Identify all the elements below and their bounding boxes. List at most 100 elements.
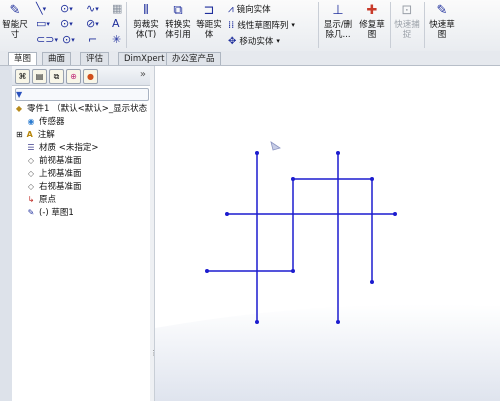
tree-item-label: 上视基准面 <box>39 169 82 179</box>
tab-evaluate[interactable]: 评估 <box>80 52 110 65</box>
display-manager-tab-icon[interactable]: ● <box>83 69 98 84</box>
trim-entities-button[interactable]: ⫴ 剪裁实 体(T) <box>130 2 162 40</box>
centerline-icon: ⌐ <box>88 33 98 46</box>
tree-item-sensors[interactable]: ◉ 传感器 <box>26 116 164 128</box>
offset-entities-button[interactable]: ⊐ 等距实 体 <box>195 2 223 40</box>
point-icon: ✳ <box>112 33 122 46</box>
slot-button[interactable]: ⊂⊃ ▾ <box>36 33 58 46</box>
sketch-endpoint[interactable] <box>370 280 374 284</box>
polygon-button[interactable]: ⊙ ▾ <box>62 33 75 46</box>
offset-sublabel: 体 <box>204 30 214 40</box>
tree-item-label: (-) 草图1 <box>39 208 74 218</box>
sketch-endpoint[interactable] <box>291 269 295 273</box>
trim-icon: ⫴ <box>143 3 149 18</box>
splitter-grip-icon: ⋮ <box>150 349 157 357</box>
point-button[interactable]: ✳ <box>112 33 121 46</box>
repair-sketch-icon: ✚ <box>366 3 378 18</box>
rectangle-tool-button[interactable]: ▭ ▾ <box>36 17 50 30</box>
quick-snap-label: 快速捕 <box>394 20 420 30</box>
text-tool-button[interactable]: A <box>112 17 120 30</box>
panel-toolbar: ⌘ ▤ ⧉ ⊕ ● » <box>12 66 150 86</box>
tab-surfaces[interactable]: 曲面 <box>42 52 72 65</box>
sketch-endpoint[interactable] <box>225 212 229 216</box>
tab-dimxpert[interactable]: DimXpert <box>118 52 171 65</box>
circle-tool-button[interactable]: ⊙ ▾ <box>60 2 73 15</box>
feature-manager-tab-icon[interactable]: ⌘ <box>15 69 30 84</box>
tree-item-label: 注解 <box>37 130 55 140</box>
sketch-canvas[interactable] <box>155 66 500 401</box>
tree-item-label: 材质 <未指定> <box>39 143 99 153</box>
centerline-button[interactable]: ⌐ <box>88 33 97 46</box>
arc-tool-button[interactable]: ∿ ▾ <box>86 2 99 15</box>
property-manager-tab-icon[interactable]: ▤ <box>32 69 47 84</box>
linear-pattern-label: 线性草图阵列 <box>237 21 289 31</box>
chevron-down-icon: ▾ <box>54 35 58 44</box>
convert-entities-button[interactable]: ⧉ 转换实 体引用 <box>163 2 193 40</box>
sketch-endpoint[interactable] <box>205 269 209 273</box>
rapid-sketch-button[interactable]: ✎ 快速草 图 <box>427 2 457 40</box>
quick-snaps-button[interactable]: ⊡ 快速捕 捉 <box>392 2 422 40</box>
tree-item-front-plane[interactable]: ◇ 前视基准面 <box>26 155 164 167</box>
separator <box>126 2 127 48</box>
separator <box>390 2 391 48</box>
tree-item-label: 原点 <box>39 195 57 205</box>
command-manager-tabs: 草图 曲面 评估 DimXpert 办公室产品 <box>0 51 500 66</box>
chevron-down-icon: ▾ <box>95 19 99 28</box>
sketch-endpoint[interactable] <box>255 320 259 324</box>
filter-box[interactable]: ▼ <box>15 88 149 101</box>
convert-sublabel: 体引用 <box>165 30 191 40</box>
rapid-sketch-label: 快速草 <box>429 20 455 30</box>
separator <box>424 2 425 48</box>
sketch-endpoint[interactable] <box>336 320 340 324</box>
display-delete-relations-button[interactable]: ⊥ 显示/删 除几... <box>322 2 354 40</box>
mirror-icon: ⩘ <box>228 3 234 15</box>
tree-item-part[interactable]: ◆ 零件1 （默认<默认>_显示状态 <box>14 103 152 115</box>
configuration-manager-tab-icon[interactable]: ⧉ <box>49 69 64 84</box>
text-icon: A <box>112 17 120 30</box>
linear-pattern-button[interactable]: ⁞⁞ 线性草图阵列 ▾ <box>228 19 295 32</box>
origin-icon: ↳ <box>27 194 35 204</box>
quick-snap-sublabel: 捉 <box>402 30 412 40</box>
material-icon: ☰ <box>27 142 35 152</box>
filter-icon: ▼ <box>16 90 23 99</box>
tree-item-sketch1[interactable]: ✎ (-) 草图1 <box>26 207 164 219</box>
expand-chevron-icon[interactable]: » <box>140 69 146 80</box>
spline-icon: ⊘ <box>86 17 96 30</box>
tab-office-products[interactable]: 办公室产品 <box>166 52 221 65</box>
rapid-sketch-sublabel: 图 <box>437 30 447 40</box>
graphics-area[interactable] <box>155 66 500 401</box>
chevron-down-icon: ▾ <box>95 4 99 13</box>
chevron-down-icon: ▾ <box>71 35 75 44</box>
sketch-endpoint[interactable] <box>393 212 397 216</box>
spline-tool-button[interactable]: ⊘ ▾ <box>86 17 99 30</box>
line-tool-button[interactable]: ╲ ▾ <box>36 2 46 15</box>
plane-icon: ◇ <box>27 155 35 165</box>
repair-label: 修复草 <box>359 20 385 30</box>
chevron-down-icon: ▾ <box>276 37 280 45</box>
tree-item-right-plane[interactable]: ◇ 右视基准面 <box>26 181 164 193</box>
part-icon: ◆ <box>15 103 23 113</box>
tree-item-material[interactable]: ☰ 材质 <未指定> <box>26 142 164 154</box>
tree-item-origin[interactable]: ↳ 原点 <box>26 194 164 206</box>
expand-plus-icon[interactable]: ⊞ <box>16 130 23 139</box>
sensor-icon: ◉ <box>27 116 35 126</box>
trim-label: 剪裁实 <box>133 20 159 30</box>
slot-tool-button[interactable]: ⊙ ▾ <box>60 17 73 30</box>
tree-item-annotations[interactable]: ⊞ A 注解 <box>16 129 154 141</box>
tree-item-label: 传感器 <box>39 117 65 127</box>
mirror-entities-button[interactable]: ⩘ 镜向实体 <box>228 3 271 16</box>
circle-icon: ⊙ <box>60 2 70 15</box>
tree-item-top-plane[interactable]: ◇ 上视基准面 <box>26 168 164 180</box>
move-entities-button[interactable]: ✥ 移动实体 ▾ <box>228 35 280 48</box>
grid-tool-button[interactable]: ▦ <box>112 2 122 15</box>
dimxpert-manager-tab-icon[interactable]: ⊕ <box>66 69 81 84</box>
smart-dimension-button[interactable]: ✎ 智能尺 寸 <box>2 2 28 40</box>
sketch-endpoint[interactable] <box>255 151 259 155</box>
repair-sketch-button[interactable]: ✚ 修复草 图 <box>357 2 387 40</box>
tab-sketch[interactable]: 草图 <box>8 52 38 65</box>
sketch-endpoint[interactable] <box>336 151 340 155</box>
offset-icon: ⊐ <box>203 3 215 18</box>
sketch-endpoint[interactable] <box>291 177 295 181</box>
sketch-endpoint[interactable] <box>370 177 374 181</box>
polygon-icon: ⊙ <box>62 33 72 46</box>
